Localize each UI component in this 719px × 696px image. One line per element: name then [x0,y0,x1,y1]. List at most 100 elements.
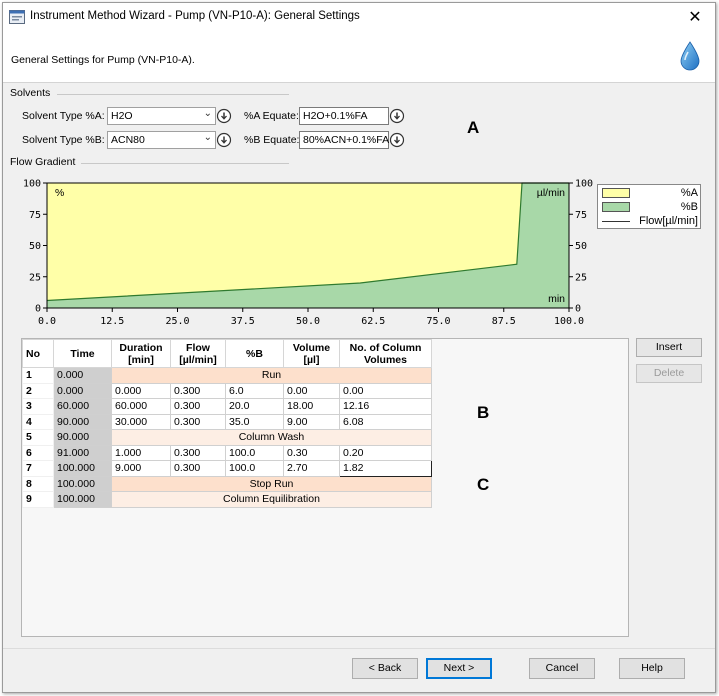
col-header-volume: Volume [µl] [283,339,340,368]
step-type-cell[interactable]: Stop Run [111,475,432,492]
annotation-letter-c: C [477,475,490,494]
footer-divider [3,648,715,649]
flow-cell[interactable]: 0.300 [170,413,226,430]
row-number-cell: 7 [22,460,54,477]
y-tick-label-left: 0 [35,304,41,315]
x-tick-label: 37.5 [231,316,255,327]
duration-cell[interactable]: 60.000 [111,398,171,415]
percent-b-cell[interactable]: 6.0 [225,382,284,399]
legend-item-b: %B [602,201,700,214]
y-tick-label-left: 25 [29,272,41,283]
row-number-cell: 4 [22,413,54,430]
row-number-cell: 6 [22,444,54,461]
table-row[interactable]: 7 100.000 9.000 0.300 100.0 2.70 1.82 [22,460,432,477]
x-tick-label: 25.0 [165,316,189,327]
col-header-time: Time [53,339,112,368]
table-row[interactable]: 8 100.000 Stop Run [22,475,432,492]
row-number-cell: 3 [22,398,54,415]
legend-swatch-a [602,188,630,198]
col-header-no: No [22,339,54,368]
flow-cell[interactable]: 0.300 [170,444,226,461]
volume-cell[interactable]: 18.00 [283,398,340,415]
time-cell: 90.000 [53,413,112,430]
duration-cell[interactable]: 30.000 [111,413,171,430]
volume-cell[interactable]: 9.00 [283,413,340,430]
y-tick-label-left: 75 [29,210,41,221]
percent-b-cell[interactable]: 20.0 [225,398,284,415]
flow-cell[interactable]: 0.300 [170,460,226,477]
col-header-column-volumes: No. of Column Volumes [339,339,432,368]
table-row[interactable]: 2 0.000 0.000 0.300 6.0 0.00 0.00 [22,382,432,399]
y-tick-label-right: 0 [575,304,581,315]
column-volumes-cell[interactable]: 12.16 [339,398,432,415]
col-header-flow: Flow [µl/min] [170,339,226,368]
table-row[interactable]: 1 0.000 Run [22,367,432,384]
delete-button[interactable]: Delete [636,364,702,383]
legend-item-flow: Flow[µl/min] [602,215,700,228]
x-tick-label: 87.5 [492,316,516,327]
row-number-cell: 2 [22,382,54,399]
y-tick-label-right: 50 [575,241,587,252]
table-row[interactable]: 9 100.000 Column Equilibration [22,491,432,508]
y-tick-label-right: 100 [575,179,593,190]
gradient-table: No Time Duration [min] Flow [µl/min] %B … [22,339,432,508]
x-tick-label: 50.0 [296,316,320,327]
column-volumes-cell[interactable]: 0.00 [339,382,432,399]
column-volumes-cell[interactable]: 6.08 [339,413,432,430]
row-number-cell: 1 [22,367,54,384]
legend-item-a: %A [602,187,700,200]
table-row[interactable]: 6 91.000 1.000 0.300 100.0 0.30 0.20 [22,444,432,461]
right-axis-unit-label: µl/min [537,187,565,199]
col-header-percent-b: %B [225,339,284,368]
time-cell: 91.000 [53,444,112,461]
next-button[interactable]: Next > [426,658,492,679]
y-tick-label-right: 75 [575,210,587,221]
gradient-chart: 0.0 12.5 25.0 37.5 50.0 62.5 75.0 87.5 100.00 025… [23,179,593,328]
percent-b-cell[interactable]: 100.0 [225,444,284,461]
table-row[interactable]: 3 60.000 60.000 0.300 20.0 18.00 12.16 [22,398,432,415]
row-number-cell: 8 [22,475,54,492]
duration-cell[interactable]: 1.000 [111,444,171,461]
y-tick-label-left: 100 [23,179,41,190]
volume-cell[interactable]: 0.30 [283,444,340,461]
x-tick-label: 75.0 [426,316,450,327]
x-tick-label: 100.0 [554,316,584,327]
time-cell: 60.000 [53,398,112,415]
volume-cell[interactable]: 0.00 [283,382,340,399]
legend-label-flow: Flow[µl/min] [639,215,698,227]
step-type-cell[interactable]: Column Wash [111,429,432,446]
help-button[interactable]: Help [619,658,685,679]
table-row[interactable]: 4 90.000 30.000 0.300 35.0 9.00 6.08 [22,413,432,430]
legend-line-flow [602,221,630,222]
y-tick-label-left: 50 [29,241,41,252]
step-type-cell[interactable]: Column Equilibration [111,491,432,508]
annotation-letter-b: B [477,403,490,422]
column-volumes-cell[interactable]: 1.82 [339,460,432,477]
time-cell: 90.000 [53,429,112,446]
percent-b-cell[interactable]: 100.0 [225,460,284,477]
duration-cell[interactable]: 0.000 [111,382,171,399]
legend-label-b: %B [680,201,698,213]
back-button[interactable]: < Back [352,658,418,679]
flow-cell[interactable]: 0.300 [170,382,226,399]
x-tick-label: 12.5 [100,316,124,327]
x-tick-label: 0.0 [38,316,56,327]
time-cell: 100.000 [53,475,112,492]
x-tick-label: 62.5 [361,316,385,327]
row-number-cell: 5 [22,429,54,446]
legend-swatch-b [602,202,630,212]
volume-cell[interactable]: 2.70 [283,460,340,477]
table-header-row: No Time Duration [min] Flow [µl/min] %B … [22,339,432,368]
insert-button[interactable]: Insert [636,338,702,357]
duration-cell[interactable]: 9.000 [111,460,171,477]
x-axis-unit-label: min [548,293,565,305]
wizard-window: Instrument Method Wizard - Pump (VN-P10-… [2,2,716,693]
flow-cell[interactable]: 0.300 [170,398,226,415]
percent-b-cell[interactable]: 35.0 [225,413,284,430]
table-row[interactable]: 5 90.000 Column Wash [22,429,432,446]
chart-legend: %A %B Flow[µl/min] [597,184,701,229]
step-type-cell[interactable]: Run [111,367,432,384]
cancel-button[interactable]: Cancel [529,658,595,679]
column-volumes-cell[interactable]: 0.20 [339,444,432,461]
time-cell: 0.000 [53,367,112,384]
